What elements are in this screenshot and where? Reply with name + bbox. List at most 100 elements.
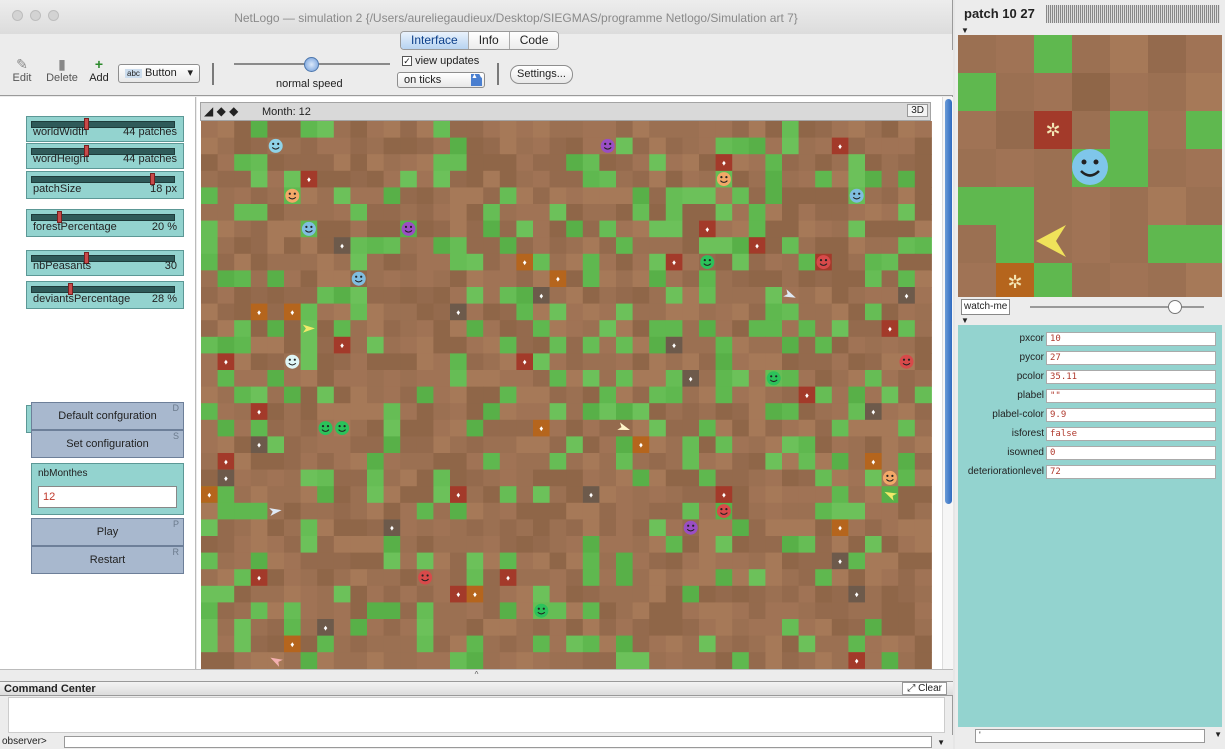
vertical-scrollbar[interactable] xyxy=(942,97,953,669)
patch xyxy=(516,170,534,188)
patch xyxy=(450,419,468,437)
property-value[interactable]: 27 xyxy=(1046,351,1216,365)
property-value[interactable]: 72 xyxy=(1046,465,1216,479)
patch xyxy=(250,237,268,255)
settings-button[interactable]: Settings... xyxy=(510,65,573,84)
view-arrows-icon[interactable]: ◢ ◆ ◆ xyxy=(204,104,238,118)
patch xyxy=(367,187,385,205)
peasant-smiley-icon[interactable] xyxy=(1072,149,1108,185)
property-value[interactable]: 35.11 xyxy=(1046,370,1216,384)
command-output[interactable] xyxy=(8,697,945,733)
property-value[interactable]: 9.9 xyxy=(1046,408,1216,422)
collapse-icon[interactable]: ▼ xyxy=(961,26,969,35)
peasant-smiley-icon[interactable] xyxy=(716,172,731,187)
zoom-slider-knob[interactable] xyxy=(1168,300,1182,314)
title-bar-grip[interactable] xyxy=(1046,5,1220,23)
default-configuration-button[interactable]: Default confguration D xyxy=(31,402,184,430)
property-value[interactable]: 10 xyxy=(1046,332,1216,346)
zoom-window-button[interactable] xyxy=(48,10,59,21)
patch xyxy=(516,486,534,504)
peasant-smiley-icon[interactable] xyxy=(285,354,300,369)
slider-deviantspercentage[interactable]: deviantsPercentage 28 % xyxy=(26,281,184,309)
peasant-smiley-icon[interactable] xyxy=(899,354,914,369)
slider-worldwidth[interactable]: worldWidth 44 patches xyxy=(26,116,184,142)
peasant-smiley-icon[interactable] xyxy=(301,221,316,236)
peasant-smiley-icon[interactable] xyxy=(683,520,698,535)
view-updates-checkbox[interactable]: ✓ view updates xyxy=(402,55,479,67)
property-value[interactable]: 0 xyxy=(1046,446,1216,460)
peasant-smiley-icon[interactable] xyxy=(716,504,731,519)
patch xyxy=(284,370,302,388)
peasant-smiley-icon[interactable] xyxy=(816,255,831,270)
chevron-down-icon[interactable]: ▼ xyxy=(1214,730,1222,739)
pane-splitter[interactable]: ^ xyxy=(0,669,953,681)
inspector-command-input[interactable]: ' xyxy=(975,729,1205,743)
patch xyxy=(881,436,899,454)
peasant-smiley-icon[interactable] xyxy=(285,188,300,203)
patch xyxy=(433,336,451,354)
patch xyxy=(300,453,318,471)
patch xyxy=(914,552,932,570)
peasant-smiley-icon[interactable] xyxy=(849,188,864,203)
property-value[interactable]: false xyxy=(1046,427,1216,441)
patch xyxy=(333,602,351,620)
slider-forestpercentage[interactable]: forestPercentage 20 % xyxy=(26,209,184,237)
clear-button[interactable]: ⤢ Clear xyxy=(902,682,947,695)
patch xyxy=(798,635,816,653)
patch xyxy=(682,121,700,139)
slider-wordheight[interactable]: wordHeight 44 patches xyxy=(26,143,184,169)
slider-track[interactable] xyxy=(31,286,175,293)
set-configuration-button[interactable]: Set configuration S xyxy=(31,430,184,458)
collapse-icon[interactable]: ▼ xyxy=(961,316,969,325)
property-value[interactable]: "" xyxy=(1046,389,1216,403)
restart-button[interactable]: Restart R xyxy=(31,546,184,574)
patch xyxy=(665,237,683,255)
patch xyxy=(649,187,667,205)
peasant-smiley-icon[interactable] xyxy=(534,603,549,618)
patch xyxy=(533,569,551,587)
slider-track[interactable] xyxy=(31,214,175,221)
slider-nbpeasants[interactable]: nbPeasants 30 xyxy=(26,250,184,276)
peasant-smiley-icon[interactable] xyxy=(882,470,897,485)
tab-info[interactable]: Info xyxy=(468,32,510,49)
close-window-button[interactable] xyxy=(12,10,23,21)
chevron-down-icon[interactable]: ▼ xyxy=(937,738,945,747)
watch-me-button[interactable]: watch-me xyxy=(961,299,1011,315)
world-view[interactable]: ♦ ♦ ♦ ♦ ♦ ♦ ♦ ♦ ♦ ♦ ♦ ♦ ♦ ♦ ♦ ♦ ♦ ♦ ♦ ♦ ♦ ♦ ♦ ♦ ♦ ♦ ♦ ♦ ♦ ♦ ♦ ♦ ♦ ♦ ♦ ♦ ♦ ♦ ♦ ♦… xyxy=(201,121,932,669)
peasant-smiley-icon[interactable] xyxy=(401,221,416,236)
peasant-smiley-icon[interactable] xyxy=(418,570,433,585)
patch xyxy=(400,170,418,188)
patch xyxy=(234,519,252,537)
edit-tool[interactable]: ✎ Edit xyxy=(10,56,34,84)
command-input[interactable] xyxy=(64,736,932,748)
peasant-smiley-icon[interactable] xyxy=(766,371,781,386)
peasant-smiley-icon[interactable] xyxy=(700,255,715,270)
peasant-smiley-icon[interactable] xyxy=(335,421,350,436)
3d-button[interactable]: 3D xyxy=(907,104,928,117)
scrollbar-thumb[interactable] xyxy=(945,99,952,504)
widget-type-select[interactable]: abc Button ▾ xyxy=(118,64,200,83)
add-tool[interactable]: + Add xyxy=(88,56,110,84)
slider-patchsize[interactable]: patchSize 18 px xyxy=(26,171,184,199)
update-mode-select[interactable]: on ticks ▲▼ xyxy=(397,72,485,88)
patch xyxy=(898,619,916,637)
input-value[interactable]: 12 xyxy=(38,486,177,508)
peasant-smiley-icon[interactable] xyxy=(600,138,615,153)
minimize-window-button[interactable] xyxy=(30,10,41,21)
patch xyxy=(782,270,800,288)
patch xyxy=(682,270,700,288)
property-row: pycor 27 xyxy=(958,351,1222,366)
seed-icon: ♦ xyxy=(207,491,211,500)
tab-code[interactable]: Code xyxy=(509,32,559,49)
delete-tool[interactable]: ▮ Delete xyxy=(46,56,78,84)
peasant-smiley-icon[interactable] xyxy=(318,421,333,436)
patch xyxy=(234,602,252,620)
patch xyxy=(549,602,567,620)
tab-interface[interactable]: Interface xyxy=(401,32,469,49)
world-grid[interactable]: ♦♦♦♦♦♦♦♦♦♦♦♦♦♦♦♦♦♦♦♦♦♦♦♦♦♦♦♦♦♦♦♦♦♦♦♦♦♦♦♦… xyxy=(201,121,932,669)
peasant-smiley-icon[interactable] xyxy=(268,138,283,153)
speed-slider-knob[interactable] xyxy=(304,57,319,72)
play-button[interactable]: Play P xyxy=(31,518,184,546)
observer-prompt[interactable]: observer> xyxy=(2,736,47,747)
peasant-smiley-icon[interactable] xyxy=(351,271,366,286)
